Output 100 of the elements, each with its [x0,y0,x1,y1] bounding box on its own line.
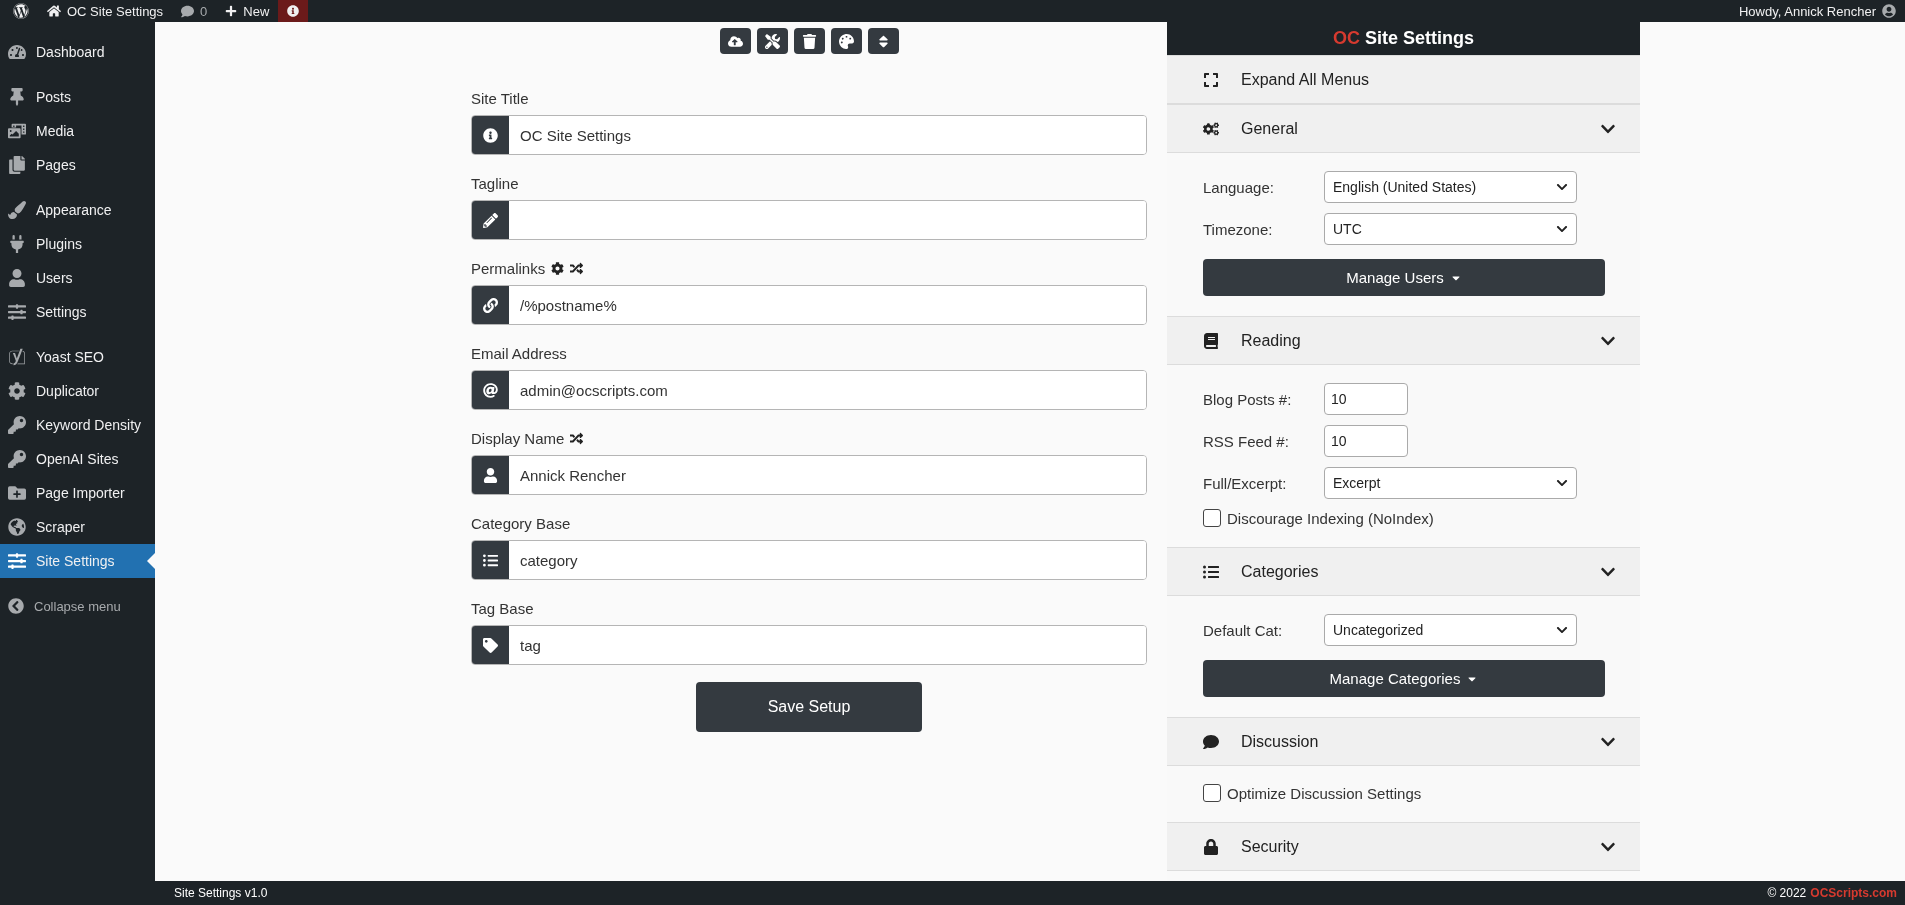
version-text: Site Settings v1.0 [174,886,268,900]
sidebar-item[interactable]: Dashboard [0,35,155,69]
user-icon [8,269,26,287]
checkbox[interactable] [1203,509,1221,527]
list-icon [472,541,509,579]
comment-icon [1203,733,1221,750]
sort-button[interactable] [867,28,899,54]
sidebar-item[interactable]: Posts [0,80,155,114]
at-icon [472,371,509,409]
list-icon [1203,563,1221,580]
palette-button[interactable] [830,28,862,54]
comments-link[interactable]: 0 [172,0,217,22]
text-field[interactable]: category [471,540,1147,580]
sidebar-item[interactable]: Duplicator [0,374,155,408]
dropdown-button[interactable]: Manage Users [1203,259,1605,296]
chevron-icon [1556,181,1568,193]
dashboard-icon [8,43,26,61]
trash-icon [801,33,817,49]
cloud-upload-button[interactable] [719,28,751,54]
shuffle-icon[interactable] [570,262,584,275]
sidebar-item[interactable]: Media [0,114,155,148]
sidebar-item[interactable]: Yoast SEO [0,340,155,374]
brand-text: OC [1333,28,1360,49]
plug-icon [8,235,26,253]
section-header[interactable]: General [1167,104,1640,153]
user-icon [472,456,509,494]
chevron-icon [1556,223,1568,235]
checkbox[interactable] [1203,784,1221,802]
new-link[interactable]: New [216,0,279,22]
text-field[interactable]: Annick Rencher [471,455,1147,495]
text-field[interactable]: OC Site Settings [471,115,1147,155]
avatar-icon [1882,4,1896,18]
yoast-icon [8,348,26,366]
sidebar-item[interactable]: Plugins [0,227,155,261]
select-field[interactable]: Uncategorized [1324,614,1577,646]
tools-icon [764,33,780,49]
panel-title: Site Settings [1365,28,1474,49]
text-field[interactable]: tag [471,625,1147,665]
cloud-upload-icon [727,33,743,49]
chevron-icon [1556,624,1568,636]
home-icon [47,4,61,18]
plus-icon [225,5,238,17]
media-icon [8,122,26,140]
save-button[interactable]: Save Setup [696,682,922,732]
field-label: Tag Base [471,600,534,617]
section-header[interactable]: Security [1167,822,1640,871]
sidebar-item[interactable]: Users [0,261,155,295]
tools-button[interactable] [756,28,788,54]
select-field[interactable]: English (United States) [1324,171,1577,203]
number-field[interactable]: 10 [1324,383,1408,415]
lock-icon [1203,838,1221,855]
field-label: Category Base [471,515,571,532]
select-field[interactable]: Excerpt [1324,467,1577,499]
field-label: Site Title [471,90,529,107]
settings-icon[interactable] [551,262,565,275]
sidebar-item[interactable]: OpenAI Sites [0,442,155,476]
chevron-icon [1556,477,1568,489]
link-icon [472,286,509,324]
section-header[interactable]: Discussion [1167,717,1640,766]
pencil-icon [472,201,509,239]
field-label: Email Address [471,345,567,362]
sidebar-item[interactable]: Appearance [0,193,155,227]
sidebar-item[interactable]: Page Importer [0,476,155,510]
pin-icon [8,88,26,106]
book-icon [1203,332,1221,349]
sidebar-item[interactable]: Site Settings [0,544,155,578]
field-label: Default Cat: [1203,621,1284,639]
info-button[interactable] [278,0,309,22]
field-label: Timezone: [1203,220,1274,238]
gears-icon [1203,120,1221,137]
tag-icon [472,626,509,664]
checkbox-label: Discourage Indexing (NoIndex) [1227,509,1434,527]
field-label: Permalinks [471,260,546,277]
sidebar-item[interactable]: Pages [0,148,155,182]
info-icon [472,116,509,154]
sidebar-item[interactable]: Settings [0,295,155,329]
key-icon [8,450,26,468]
shuffle-icon[interactable] [570,432,584,445]
text-field[interactable] [471,200,1147,240]
select-field[interactable]: UTC [1324,213,1577,245]
sliders-icon [8,303,26,321]
brush-icon [8,201,26,219]
number-field[interactable]: 10 [1324,425,1408,457]
info-icon [287,5,300,17]
site-name-link[interactable]: OC Site Settings [38,0,173,22]
section-header[interactable]: Reading [1167,316,1640,365]
collapse-menu-button[interactable]: Collapse menu [0,589,155,623]
copyright-text: © 2022 [1767,886,1807,900]
section-header[interactable]: Categories [1167,547,1640,596]
trash-button[interactable] [793,28,825,54]
text-field[interactable]: /%postname% [471,285,1147,325]
field-label: Display Name [471,430,565,447]
sidebar-item[interactable]: Keyword Density [0,408,155,442]
expand-all-button[interactable]: Expand All Menus [1167,55,1640,104]
sidebar-item[interactable]: Scraper [0,510,155,544]
text-field[interactable]: admin@ocscripts.com [471,370,1147,410]
globe-icon [8,518,26,536]
dropdown-button[interactable]: Manage Categories [1203,660,1605,697]
folder-plus-icon [8,484,26,502]
account-link[interactable]: Howdy, Annick Rencher [1729,0,1905,22]
